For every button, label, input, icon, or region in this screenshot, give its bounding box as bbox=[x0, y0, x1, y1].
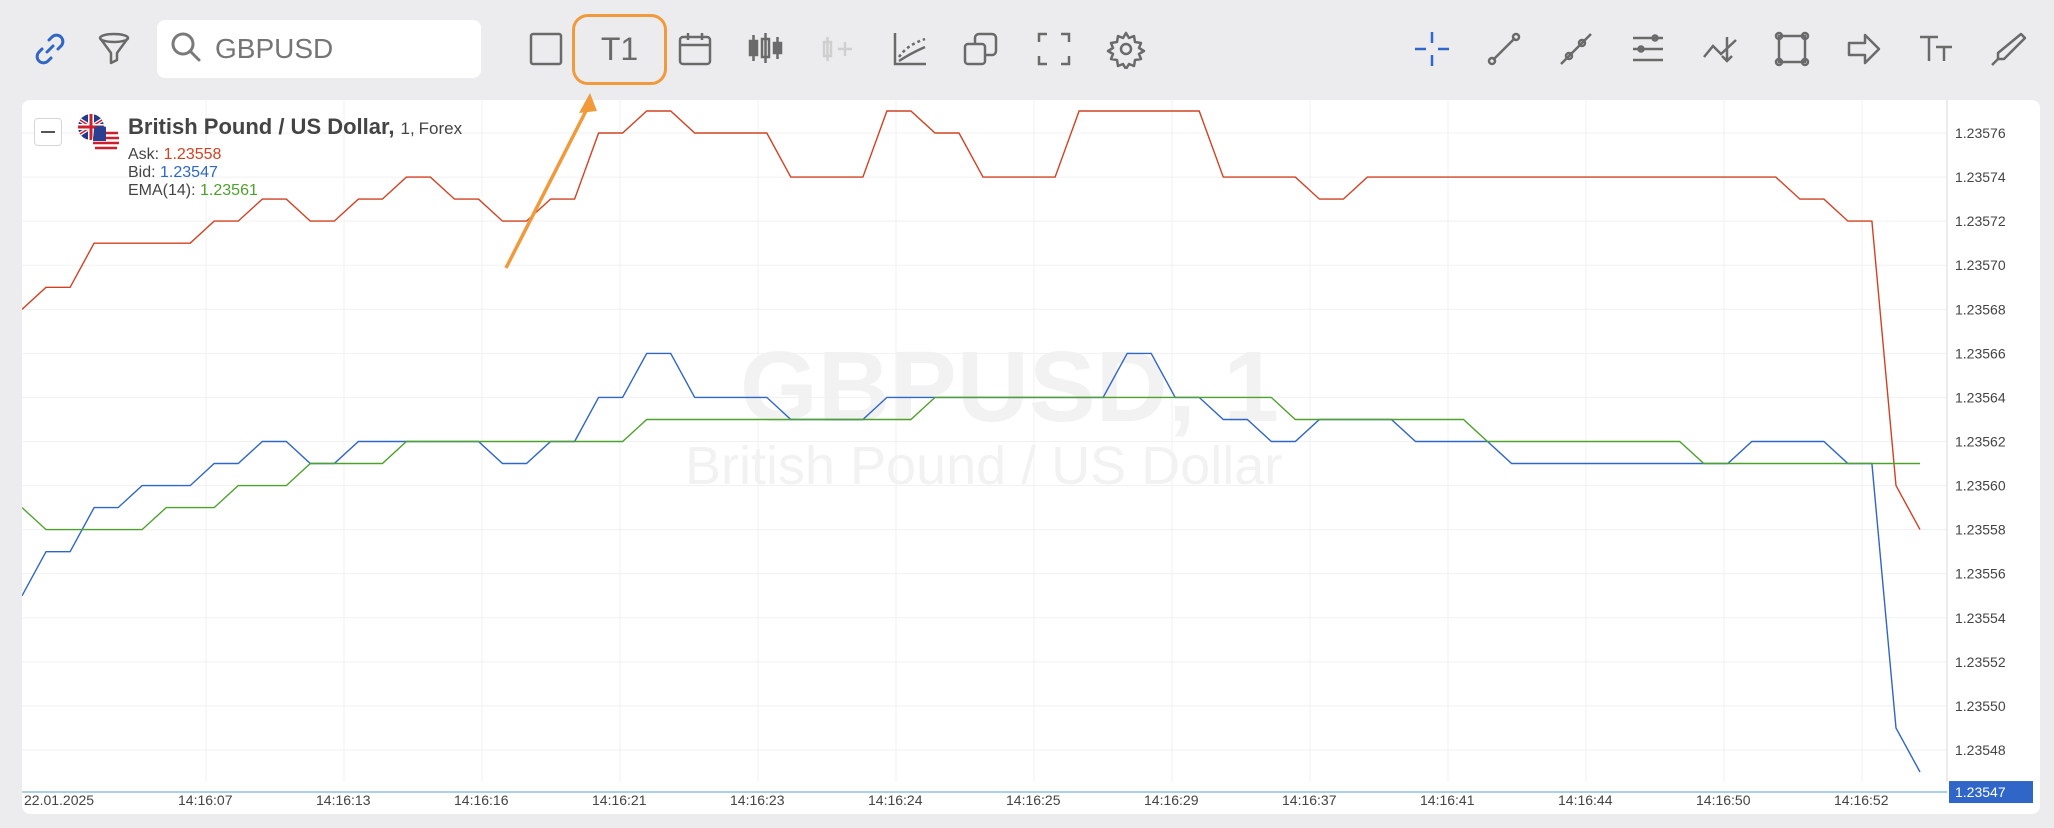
annotation-arrow-shaft bbox=[504, 102, 592, 269]
annotation-arrow bbox=[504, 93, 597, 269]
annotation-arrow-head bbox=[579, 93, 597, 113]
